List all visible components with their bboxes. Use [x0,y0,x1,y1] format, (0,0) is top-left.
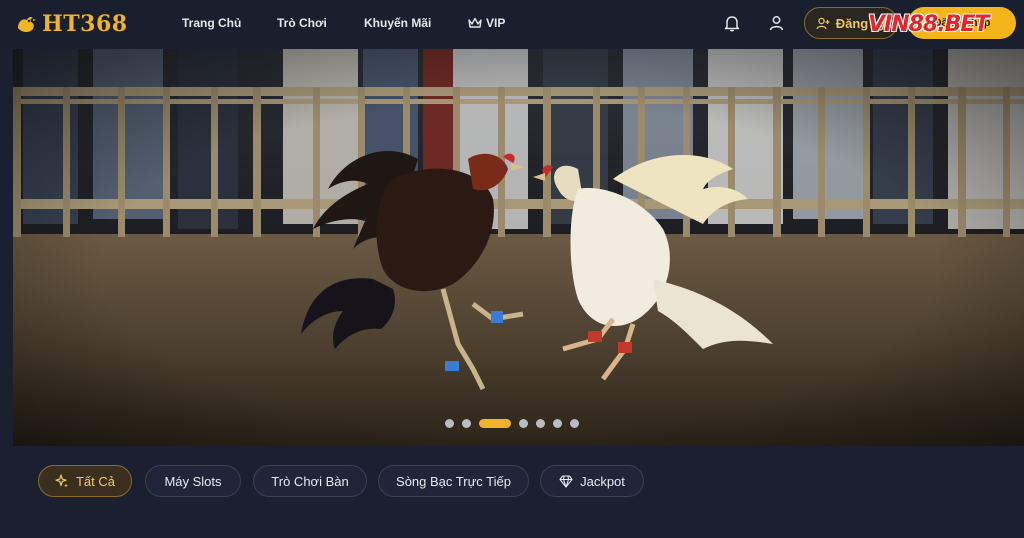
rooster-logo-icon [18,16,36,33]
category-live-casino[interactable]: Sòng Bạc Trực Tiếp [378,465,529,497]
slide-dot-active[interactable] [479,418,511,428]
brand-logo[interactable]: HT368 [14,9,128,39]
nav-games[interactable]: Trò Chơi [277,16,327,30]
diamond-icon [559,474,573,488]
brand-name: HT368 [42,11,128,37]
category-slots-label: Máy Slots [164,473,222,489]
signup-label: Đăng ký [835,15,887,31]
nav-vip-label: VIP [486,16,506,30]
bell-icon [724,15,740,31]
nav-home[interactable]: Trang Chủ [182,16,241,30]
user-plus-icon [816,17,830,29]
sparkle-icon [55,474,68,488]
slider-dots [445,418,579,428]
category-all[interactable]: Tất Cả [38,465,132,497]
category-table-games[interactable]: Trò Chơi Bàn [253,465,367,497]
nav-vip[interactable]: VIP [468,16,505,30]
slide-dot[interactable] [553,418,562,428]
category-slots[interactable]: Máy Slots [145,465,241,497]
signup-button[interactable]: Đăng ký [804,7,898,39]
slide-dot[interactable] [519,418,528,428]
login-label: Đăng nhập [933,17,991,29]
login-button[interactable]: Đăng nhập [908,7,1016,39]
profile-button[interactable] [765,12,787,34]
category-table-games-label: Trò Chơi Bàn [271,473,349,489]
slide-dot[interactable] [570,418,579,428]
crown-icon [468,17,482,28]
cockfight-banner-image [13,49,1024,446]
category-live-casino-label: Sòng Bạc Trực Tiếp [396,473,511,489]
category-jackpot-label: Jackpot [580,473,625,489]
category-all-label: Tất Cả [75,473,115,489]
nav-promotions[interactable]: Khuyến Mãi [364,16,431,30]
notification-button[interactable] [721,12,743,34]
top-navbar: HT368 Trang Chủ Trò Chơi Khuyến Mãi VIP … [0,0,1024,48]
hero-banner[interactable] [13,49,1024,446]
slide-dot[interactable] [445,418,454,428]
slide-dot[interactable] [536,418,545,428]
category-jackpot[interactable]: Jackpot [540,465,644,497]
slide-dot[interactable] [462,418,471,428]
user-icon [769,16,783,31]
